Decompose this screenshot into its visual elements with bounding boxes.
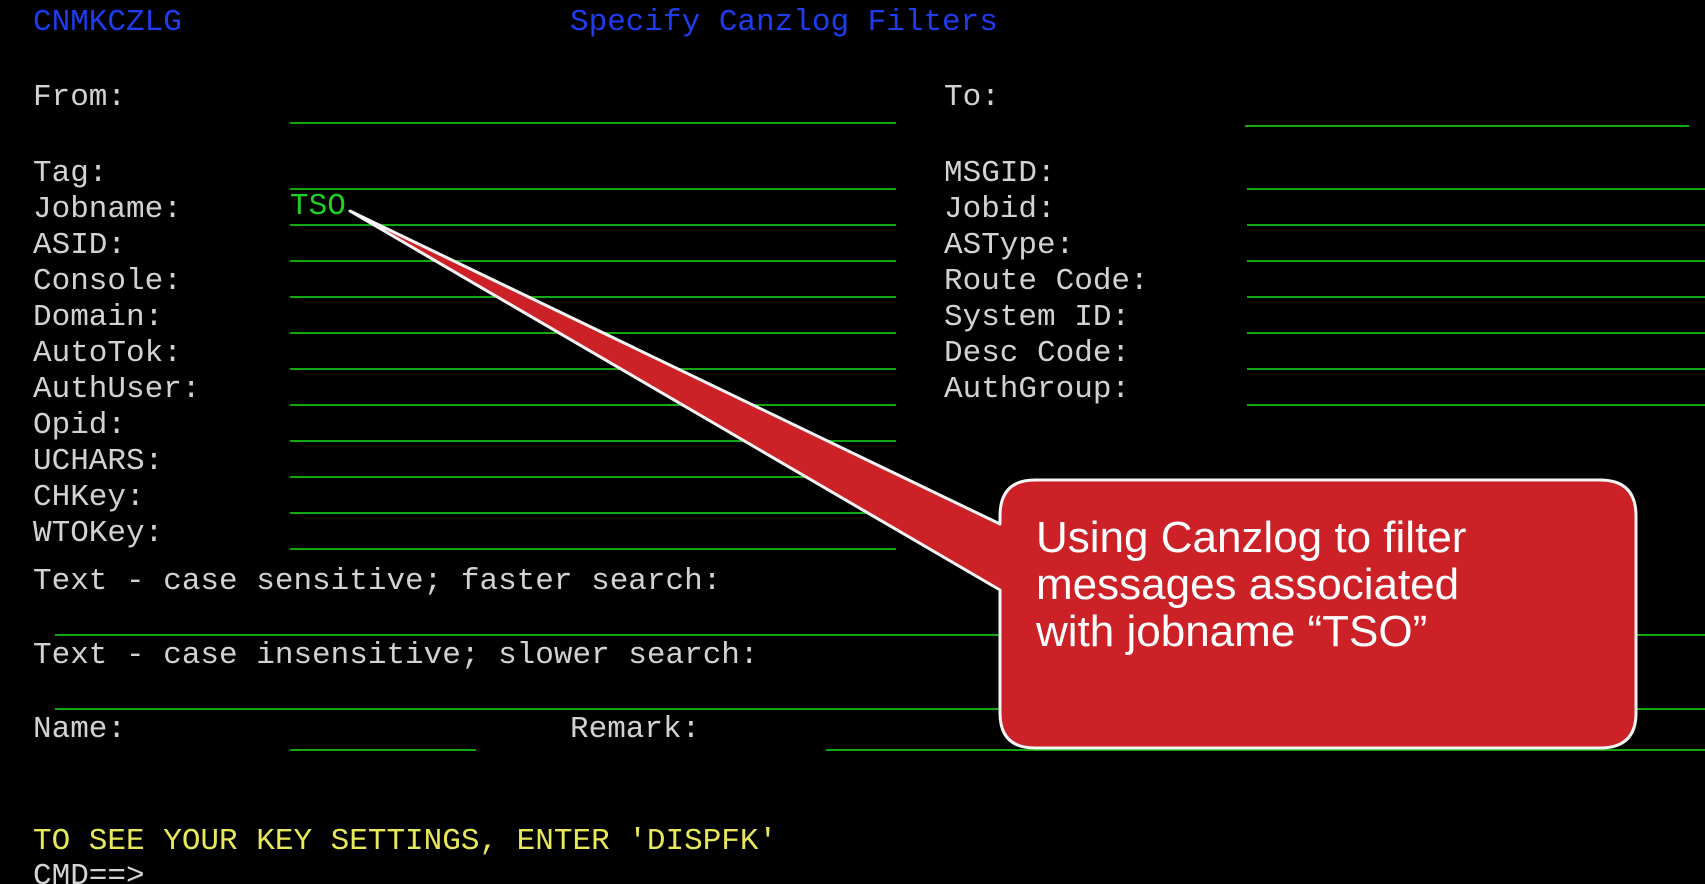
system-id-label: System ID:	[944, 300, 1131, 335]
console-label: Console:	[33, 264, 182, 299]
callout-line-3: with jobname “TSO”	[1036, 607, 1428, 656]
console-field[interactable]	[290, 296, 896, 298]
authuser-label: AuthUser:	[33, 372, 201, 407]
to-label: To:	[944, 80, 1000, 115]
panel-id: CNMKCZLG	[33, 5, 182, 40]
opid-field[interactable]	[290, 440, 896, 442]
name-field[interactable]	[290, 749, 476, 751]
command-prompt: CMD==>	[33, 859, 145, 884]
text-insensitive-field[interactable]	[55, 708, 1705, 710]
jobid-label: Jobid:	[944, 192, 1056, 227]
route-code-label: Route Code:	[944, 264, 1149, 299]
from-field[interactable]	[290, 122, 896, 124]
jobname-label: Jobname:	[33, 192, 182, 227]
domain-field[interactable]	[290, 332, 896, 334]
system-id-field[interactable]	[1247, 332, 1705, 334]
remark-field[interactable]	[826, 749, 1705, 751]
msgid-field[interactable]	[1247, 188, 1705, 190]
authgroup-label: AuthGroup:	[944, 372, 1131, 407]
autotok-label: AutoTok:	[33, 336, 182, 371]
key-settings-message: TO SEE YOUR KEY SETTINGS, ENTER 'DISPFK'	[33, 824, 778, 859]
callout-line-1: Using Canzlog to filter	[1036, 513, 1467, 562]
asid-field[interactable]	[290, 260, 896, 262]
wtokey-label: WTOKey:	[33, 516, 164, 551]
jobname-value: TSO	[290, 189, 346, 224]
tag-label: Tag:	[33, 156, 108, 191]
desc-code-field[interactable]	[1247, 368, 1705, 370]
text-sensitive-label: Text - case sensitive; faster search:	[33, 564, 722, 599]
chkey-field[interactable]	[290, 512, 896, 514]
from-label: From:	[33, 80, 127, 115]
authuser-field[interactable]	[290, 404, 896, 406]
jobname-field[interactable]: TSO	[290, 190, 896, 226]
callout-line-2: messages associated	[1036, 560, 1460, 609]
to-field[interactable]	[1245, 125, 1689, 127]
desc-code-label: Desc Code:	[944, 336, 1131, 371]
msgid-label: MSGID:	[944, 156, 1056, 191]
astype-field[interactable]	[1247, 260, 1705, 262]
asid-label: ASID:	[33, 228, 127, 263]
tag-field[interactable]	[290, 188, 896, 190]
jobid-field[interactable]	[1247, 224, 1705, 226]
callout-text: Using Canzlog to filter messages associa…	[1036, 514, 1596, 655]
terminal-screen: CNMKCZLG Specify Canzlog Filters From: T…	[0, 0, 1705, 884]
text-insensitive-label: Text - case insensitive; slower search:	[33, 638, 759, 673]
route-code-field[interactable]	[1247, 296, 1705, 298]
uchars-field[interactable]	[290, 476, 896, 478]
remark-label: Remark:	[570, 712, 701, 747]
chkey-label: CHKey:	[33, 480, 145, 515]
autotok-field[interactable]	[290, 368, 896, 370]
opid-label: Opid:	[33, 408, 127, 443]
domain-label: Domain:	[33, 300, 164, 335]
wtokey-field[interactable]	[290, 548, 896, 550]
authgroup-field[interactable]	[1247, 404, 1705, 406]
page-title: Specify Canzlog Filters	[570, 5, 998, 40]
astype-label: ASType:	[944, 228, 1075, 263]
name-label: Name:	[33, 712, 127, 747]
uchars-label: UCHARS:	[33, 444, 164, 479]
